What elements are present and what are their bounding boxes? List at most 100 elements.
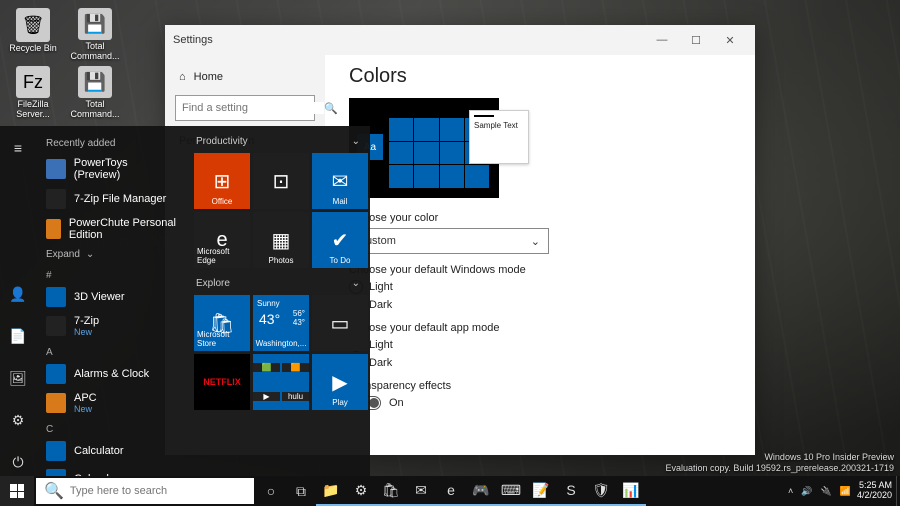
desktop-icon[interactable]: FzFileZilla Server... — [8, 66, 58, 120]
taskbar-search-input[interactable] — [70, 485, 246, 497]
start-tile[interactable]: eMicrosoft Edge — [194, 212, 250, 268]
settings-search-input[interactable] — [182, 102, 324, 114]
start-app-item[interactable]: PowerChute Personal Edition — [40, 213, 182, 245]
desktop-icon[interactable]: 🗑Recycle Bin — [8, 8, 58, 62]
start-letter-header[interactable]: A — [40, 341, 182, 360]
taskbar-clock[interactable]: 5:25 AM 4/2/2020 — [857, 481, 896, 501]
start-app-item[interactable]: Calendar — [40, 465, 182, 476]
start-app-label: PowerChute Personal Edition — [69, 217, 176, 241]
tray-icon[interactable]: ˄ — [788, 486, 793, 496]
start-settings-icon[interactable]: ⚙ — [0, 406, 36, 434]
desktop-icon-label: Total Command... — [70, 42, 120, 62]
app-icon — [46, 159, 66, 179]
start-tile[interactable]: ▭ — [312, 295, 368, 351]
start-power-icon[interactable]: ⏻ — [0, 448, 36, 476]
desktop-icon-label: Recycle Bin — [9, 44, 57, 54]
start-app-item[interactable]: 7-ZipNew — [40, 311, 182, 341]
nav-home[interactable]: ⌂ Home — [165, 65, 325, 89]
tile-folder[interactable]: 🟩🟧▶hulu — [253, 354, 309, 410]
taskbar-app-icon[interactable]: e — [436, 476, 466, 506]
taskbar-app-icon[interactable]: ⧉ — [286, 476, 316, 506]
start-tile[interactable]: ⊞Office — [194, 153, 250, 209]
tile-icon: e — [194, 212, 250, 268]
start-app-label: PowerToys (Preview) — [74, 157, 176, 181]
desktop-icon[interactable]: 💾Total Command... — [70, 8, 120, 62]
tray-icon[interactable]: 🔊 — [801, 486, 812, 497]
start-letter-header[interactable]: C — [40, 418, 182, 437]
sample-card: Sample Text — [469, 110, 529, 164]
minimize-button[interactable]: — — [645, 25, 679, 55]
weather-tile[interactable]: Sunny43°56°43°Washington,... — [253, 295, 309, 351]
start-tile[interactable]: ✉Mail — [312, 153, 368, 209]
taskbar-app-icon[interactable]: ✉ — [406, 476, 436, 506]
system-tray[interactable]: ˄ 🔊 🔌 📶 — [782, 486, 857, 497]
app-icon: 💾 — [78, 8, 112, 40]
app-mode-label: Choose your default app mode — [349, 322, 731, 334]
start-app-label: 7-ZipNew — [74, 315, 99, 337]
start-tiles[interactable]: Productivity⌄⊞Office⊡✉Mail eMicrosoft Edg… — [186, 126, 370, 476]
tile-group-header[interactable]: Productivity⌄ — [194, 134, 362, 153]
start-tile[interactable]: 🛍Microsoft Store — [194, 295, 250, 351]
settings-search[interactable]: 🔍 — [175, 95, 315, 121]
start-tile[interactable]: ▶Play — [312, 354, 368, 410]
start-app-list[interactable]: Recently addedPowerToys (Preview)7-Zip F… — [36, 126, 186, 476]
app-mode-dark[interactable]: Dark — [349, 356, 731, 370]
windows-mode-light[interactable]: Light — [349, 280, 731, 294]
show-desktop-button[interactable] — [896, 476, 900, 506]
tray-icon[interactable]: 🔌 — [821, 486, 832, 497]
start-app-item[interactable]: Alarms & Clock — [40, 360, 182, 388]
start-app-item[interactable]: APCNew — [40, 388, 182, 418]
start-tile[interactable]: ✔To Do — [312, 212, 368, 268]
choose-color-label: Choose your color — [349, 212, 731, 224]
tile-group-header[interactable]: Explore⌄ — [194, 276, 362, 295]
tile-icon: ▦ — [253, 212, 309, 268]
start-app-item[interactable]: Calculator — [40, 437, 182, 465]
app-icon: Fz — [16, 66, 50, 98]
maximize-button[interactable]: ☐ — [679, 25, 713, 55]
taskbar-app-icon[interactable]: 🛍 — [376, 476, 406, 506]
start-app-item[interactable]: 7-Zip File Manager — [40, 185, 182, 213]
taskbar-app-icon[interactable]: 📊 — [616, 476, 646, 506]
titlebar[interactable]: Settings — ☐ ✕ — [165, 25, 755, 55]
start-tile[interactable]: NETFLIX — [194, 354, 250, 410]
desktop-icon-label: FileZilla Server... — [8, 100, 58, 120]
app-icon — [46, 189, 66, 209]
start-app-item[interactable]: PowerToys (Preview) — [40, 153, 182, 185]
start-pictures-icon[interactable]: 🖼 — [0, 364, 36, 392]
close-button[interactable]: ✕ — [713, 25, 747, 55]
start-tile[interactable]: ▦Photos — [253, 212, 309, 268]
windows-mode-dark[interactable]: Dark — [349, 298, 731, 312]
taskbar-app-icon[interactable]: ⌨ — [496, 476, 526, 506]
choose-color-dropdown[interactable]: Custom ⌄ — [349, 228, 549, 254]
taskbar-app-icon[interactable]: 🎮 — [466, 476, 496, 506]
taskbar-app-icon[interactable]: 📝 — [526, 476, 556, 506]
app-icon — [46, 393, 66, 413]
windows-logo-icon — [10, 484, 24, 498]
start-expand-icon[interactable]: ≡ — [0, 134, 36, 162]
search-icon: 🔍 — [44, 481, 64, 501]
start-letter-header[interactable]: # — [40, 264, 182, 283]
start-app-item[interactable]: 3D Viewer — [40, 283, 182, 311]
start-user-icon[interactable]: 👤 — [0, 280, 36, 308]
taskbar-app-icon[interactable]: ⚙ — [346, 476, 376, 506]
tile-icon: ✉ — [312, 153, 368, 209]
start-documents-icon[interactable]: 📄 — [0, 322, 36, 350]
transparency-label: Transparency effects — [349, 380, 731, 392]
taskbar-app-icon[interactable]: 📁 — [316, 476, 346, 506]
start-tile[interactable]: ⊡ — [253, 153, 309, 209]
tray-icon[interactable]: 📶 — [840, 486, 851, 497]
app-icon — [46, 469, 66, 476]
transparency-toggle[interactable]: On — [349, 396, 731, 410]
app-icon: 💾 — [78, 66, 112, 98]
app-mode-light[interactable]: Light — [349, 338, 731, 352]
desktop-icon[interactable]: 💾Total Command... — [70, 66, 120, 120]
chevron-down-icon: ⌄ — [531, 235, 540, 248]
start-button[interactable] — [0, 476, 34, 506]
start-app-label: 7-Zip File Manager — [74, 193, 166, 205]
taskbar-search[interactable]: 🔍 — [36, 478, 254, 504]
taskbar-app-icon[interactable]: S — [556, 476, 586, 506]
start-expand[interactable]: Expand⌄ — [40, 245, 182, 264]
taskbar-app-icon[interactable]: 🛡 — [586, 476, 616, 506]
taskbar-app-icon[interactable]: ○ — [256, 476, 286, 506]
app-icon — [46, 219, 61, 239]
